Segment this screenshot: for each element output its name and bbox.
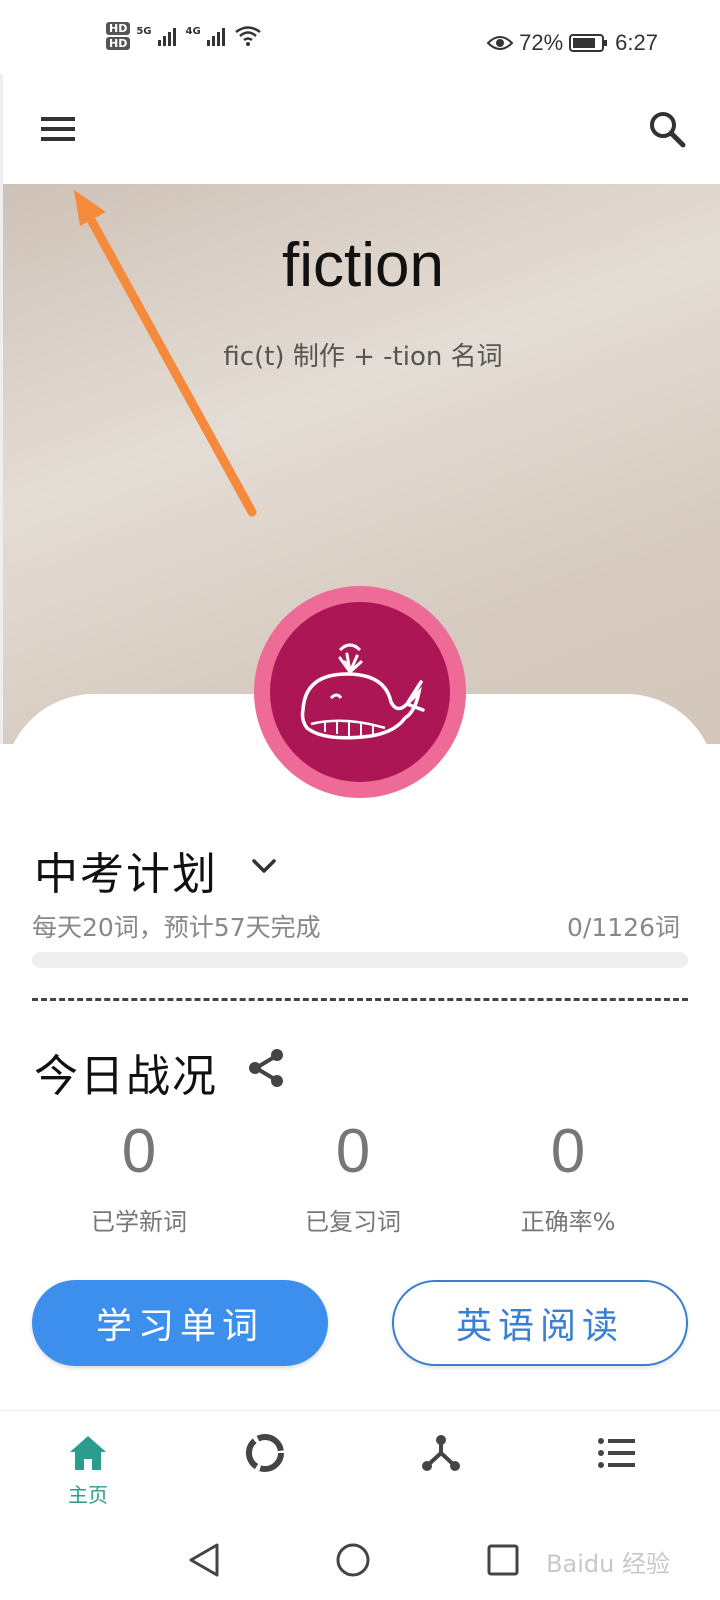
eye-icon xyxy=(487,36,514,50)
chevron-down-icon xyxy=(252,859,276,873)
stat-label: 已复习词 xyxy=(305,1208,401,1236)
share-button[interactable] xyxy=(244,1046,288,1090)
home-circle-icon xyxy=(336,1543,370,1577)
system-nav-bar: Baidu 经验 xyxy=(0,1522,720,1600)
net-4g-label: 4G xyxy=(185,26,201,37)
network-icon xyxy=(419,1431,463,1475)
annotation-arrow-icon xyxy=(74,190,257,517)
plan-progress-bar xyxy=(32,952,688,968)
home-circle-button[interactable] xyxy=(331,1538,375,1582)
stat-value: 0 xyxy=(121,1117,157,1186)
today-title: 今日战况 xyxy=(34,1051,218,1102)
stat-label: 正确率% xyxy=(520,1208,616,1236)
stat-value: 0 xyxy=(550,1117,586,1186)
plan-title[interactable]: 中考计划 xyxy=(34,838,218,902)
back-button[interactable] xyxy=(182,1538,226,1582)
menu-button[interactable] xyxy=(29,100,87,158)
hd1-badge: HD xyxy=(106,22,131,35)
wifi-icon xyxy=(234,26,261,46)
english-reading-button[interactable]: 英语阅读 xyxy=(392,1280,688,1366)
learn-words-button[interactable]: 学习单词 xyxy=(32,1280,328,1366)
nav-list[interactable] xyxy=(557,1411,677,1523)
nav-home[interactable]: 主页 xyxy=(28,1411,148,1523)
battery-percent: 72% xyxy=(519,30,564,55)
nav-home-label: 主页 xyxy=(68,1483,108,1507)
status-right: 72% 6:27 xyxy=(487,30,658,56)
app-bar xyxy=(0,74,720,184)
menu-icon xyxy=(41,117,75,141)
plan-description: 每天20词，预计57天完成 xyxy=(32,913,321,942)
stat-new-words: 0 已学新词 xyxy=(49,1116,229,1237)
back-icon xyxy=(189,1543,219,1577)
list-icon xyxy=(595,1431,639,1475)
signal-icon xyxy=(157,28,176,46)
stat-accuracy: 0 正确率% xyxy=(478,1116,658,1237)
search-button[interactable] xyxy=(638,100,696,158)
search-icon xyxy=(650,112,686,148)
nav-stats[interactable] xyxy=(205,1411,325,1523)
share-icon xyxy=(249,1049,283,1087)
battery-icon xyxy=(569,34,608,52)
net-5g-label: 5G xyxy=(136,26,152,37)
home-icon xyxy=(66,1431,110,1475)
plan-word-count: 0/1126词 xyxy=(567,913,680,942)
status-time: 6:27 xyxy=(615,30,658,55)
dashed-divider xyxy=(32,998,688,1001)
status-bar: HD HD 5G 4G 72% 6:27 xyxy=(0,0,720,74)
plan-dropdown-button[interactable] xyxy=(248,850,280,882)
bottom-nav: 主页 xyxy=(0,1410,720,1522)
stat-reviewed-words: 0 已复习词 xyxy=(263,1116,443,1237)
stat-label: 已学新词 xyxy=(91,1208,187,1236)
whale-icon xyxy=(300,643,425,740)
recents-button[interactable] xyxy=(481,1538,525,1582)
avatar[interactable] xyxy=(270,602,450,782)
ring-icon xyxy=(243,1431,287,1475)
status-left: HD HD 5G 4G xyxy=(106,22,261,50)
watermark: Baidu 经验 xyxy=(546,1550,670,1578)
hd2-badge: HD xyxy=(106,37,131,50)
signal-icon xyxy=(206,28,225,46)
recents-icon xyxy=(487,1544,519,1576)
stat-value: 0 xyxy=(335,1117,371,1186)
nav-network[interactable] xyxy=(381,1411,501,1523)
